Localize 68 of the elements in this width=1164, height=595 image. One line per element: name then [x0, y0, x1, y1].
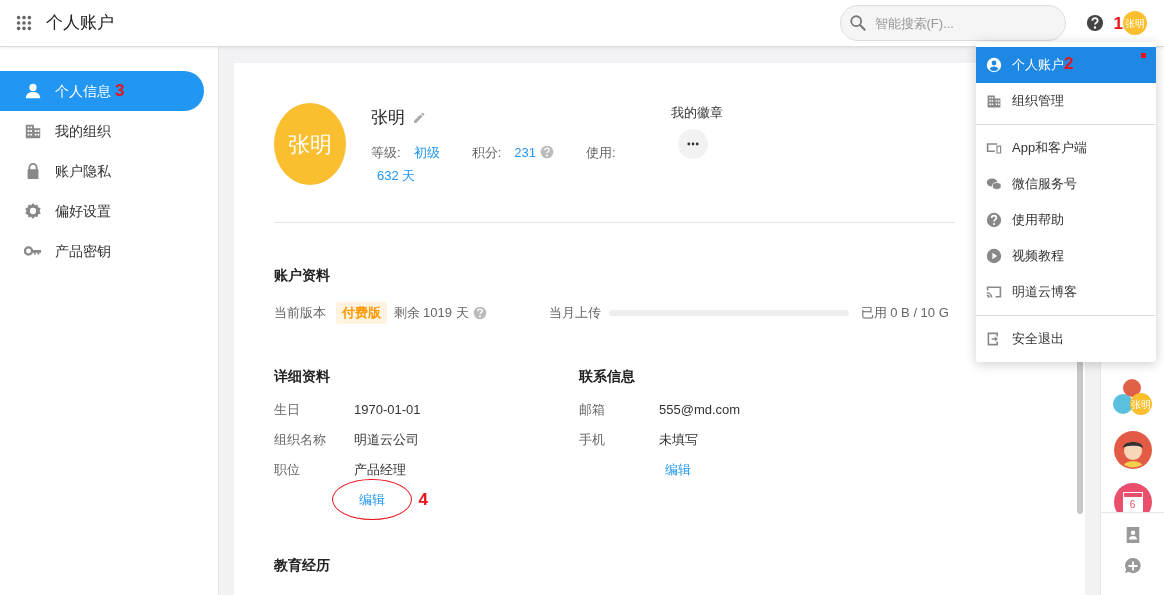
help-icon	[539, 145, 554, 160]
building-icon	[986, 93, 1002, 109]
help-icon	[472, 305, 487, 320]
help-icon	[986, 212, 1002, 228]
points-value: 231	[514, 143, 536, 162]
field-value: 未填写	[659, 430, 698, 449]
app-grid-icon[interactable]	[15, 14, 33, 32]
menu-item[interactable]: 组织管理	[976, 83, 1156, 119]
more-button[interactable]	[677, 129, 708, 159]
menu-item[interactable]: 明道云博客	[976, 274, 1156, 310]
user-icon	[986, 57, 1002, 73]
section-title: 联系信息	[579, 366, 636, 386]
sidebar-label: 账户隐私	[55, 161, 111, 181]
field-value: 1970-01-01	[354, 400, 421, 419]
sidebar-label: 个人信息 3	[55, 80, 125, 102]
sidebar-label: 产品密钥	[55, 241, 111, 261]
annotation-number: 4	[418, 491, 428, 508]
person-icon	[24, 82, 42, 100]
play-icon	[986, 248, 1002, 264]
sidebar-item[interactable]: 账户隐私	[0, 151, 204, 191]
sidebar-label: 我的组织	[55, 121, 111, 141]
level-label: 等级:	[371, 143, 401, 162]
usage-value: 632 天	[376, 167, 417, 185]
annotation-number: 1	[1113, 14, 1123, 32]
field-label: 职位	[274, 460, 301, 479]
plan-badge: 付费版	[336, 302, 387, 324]
section-title: 详细资料	[274, 366, 331, 386]
field-label: 手机	[579, 430, 606, 449]
page-title: 个人账户	[46, 12, 114, 35]
devices-icon	[986, 140, 1002, 156]
chat-bubbles-icon	[986, 176, 1002, 192]
section-title: 账户资料	[274, 266, 331, 285]
sidebar-item[interactable]: 偏好设置	[0, 191, 204, 231]
field-value: 555@md.com	[659, 400, 741, 419]
menu-item[interactable]: 视频教程	[976, 238, 1156, 274]
cast-icon	[986, 284, 1002, 300]
level-value: 初级	[413, 143, 441, 162]
menu-item[interactable]: 使用帮助	[976, 202, 1156, 238]
gear-icon	[24, 202, 42, 220]
sidebar-label: 偏好设置	[55, 201, 111, 221]
remaining-days: 剩余 1019 天	[393, 303, 469, 323]
sidebar-item[interactable]: 我的组织	[0, 111, 204, 151]
menu-item[interactable]: App和客户端	[976, 130, 1156, 166]
building-icon	[24, 122, 42, 140]
profile-avatar: 张明	[274, 103, 346, 185]
menu-item[interactable]: 安全退出	[976, 321, 1156, 357]
points-label: 积分:	[471, 143, 502, 162]
menu-item[interactable]: 个人账户2	[976, 47, 1156, 83]
calendar-avatar[interactable]: 6	[1113, 483, 1152, 512]
section-title: 教育经历	[274, 555, 331, 575]
help-icon	[1085, 14, 1104, 32]
person-avatar-icon[interactable]	[1113, 431, 1152, 469]
field-label: 当前版本	[274, 304, 327, 322]
sidebar-item[interactable]: 产品密钥	[0, 231, 204, 271]
field-label: 生日	[274, 400, 301, 419]
field-value: 产品经理	[354, 460, 406, 479]
menu-item[interactable]: 微信服务号	[976, 166, 1156, 202]
field-label: 邮箱	[579, 400, 606, 419]
badges-title: 我的徽章	[671, 104, 723, 122]
search-field[interactable]: 智能搜索(F)...	[839, 5, 1066, 41]
field-value: 明道云公司	[354, 430, 419, 449]
field-label: 当月上传	[548, 304, 602, 322]
user-name: 张明	[371, 107, 405, 129]
usage-label: 使用:	[585, 143, 616, 162]
scrollbar[interactable]	[1077, 359, 1083, 514]
field-label: 组织名称	[274, 430, 327, 449]
upload-usage: 已用 0 B / 10 G	[860, 304, 949, 322]
search-icon	[848, 14, 867, 32]
